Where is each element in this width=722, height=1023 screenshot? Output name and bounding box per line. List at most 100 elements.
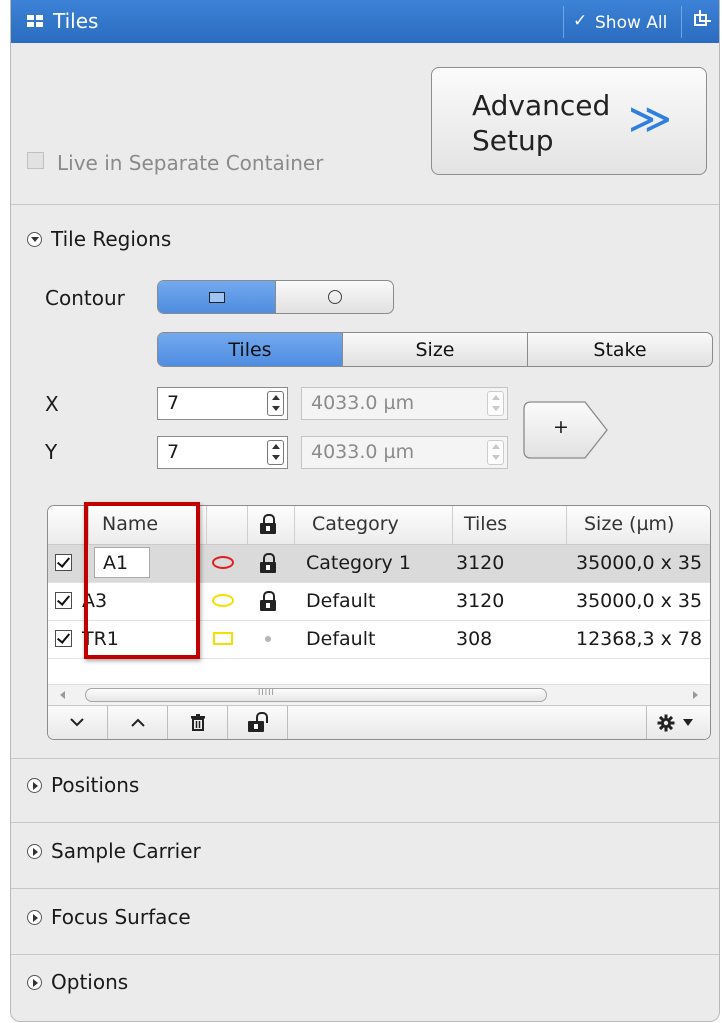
unlocked-dot-icon[interactable]: [265, 636, 271, 642]
tab-tiles[interactable]: Tiles: [158, 333, 342, 366]
tiles-panel: Tiles ✓ Show All Advanced Setup ≫ Live i…: [10, 0, 720, 1022]
y-label: Y: [45, 440, 58, 464]
show-all-button[interactable]: ✓ Show All: [563, 0, 681, 43]
y-tiles-value: 7: [167, 441, 180, 463]
row-size: 12368,3 x 78: [576, 628, 703, 650]
contour-rectangle-button[interactable]: [158, 281, 275, 313]
spin-arrows-icon: [487, 391, 504, 416]
checkmark-icon: ✓: [573, 11, 588, 31]
row-category: Default: [306, 590, 376, 612]
col-separator: [294, 506, 295, 544]
col-header-name[interactable]: Name: [102, 513, 158, 535]
undock-button[interactable]: [681, 0, 719, 43]
undock-icon: [694, 14, 707, 26]
circle-icon: [327, 290, 342, 304]
table-row[interactable]: A3 Default 3120 35000,0 x 35: [48, 583, 710, 621]
scrollbar-thumb[interactable]: [85, 688, 547, 702]
col-header-category[interactable]: Category: [312, 513, 399, 535]
lock-column-icon: [260, 514, 276, 534]
collapse-icon: [27, 232, 42, 247]
row-tiles: 3120: [456, 552, 505, 574]
panel-title: Tiles: [53, 9, 99, 33]
col-separator: [452, 506, 453, 544]
row-size: 35000,0 x 35: [576, 590, 703, 612]
y-tiles-stepper[interactable]: 7: [157, 436, 288, 469]
section-label: Focus Surface: [51, 905, 191, 929]
tiles-grid-icon: [27, 15, 43, 27]
live-separate-label: Live in Separate Container: [57, 151, 324, 175]
horizontal-scrollbar[interactable]: IIIII: [48, 684, 710, 705]
spin-arrows-icon[interactable]: [267, 440, 284, 465]
expand-icon: [27, 910, 42, 925]
ellipse-icon: [212, 556, 234, 569]
y-size-value: 4033.0 µm: [311, 441, 415, 463]
divider: [11, 822, 719, 823]
row-name: TR1: [82, 628, 119, 650]
move-down-button[interactable]: [48, 706, 108, 739]
delete-button[interactable]: [168, 706, 228, 739]
col-separator: [566, 506, 567, 544]
advanced-setup-label: Advanced Setup: [472, 89, 611, 157]
col-separator: [247, 506, 248, 544]
ellipse-icon: [212, 594, 234, 607]
row-name: A3: [82, 590, 108, 612]
section-label: Sample Carrier: [51, 839, 201, 863]
lock-icon[interactable]: [260, 553, 276, 573]
row-checkbox[interactable]: [55, 554, 72, 571]
x-tiles-value: 7: [167, 392, 180, 414]
trash-icon: [191, 714, 205, 731]
chevron-up-icon: [131, 718, 145, 727]
unlock-button[interactable]: [228, 706, 288, 739]
row-category: Default: [306, 628, 376, 650]
contour-circle-button[interactable]: [275, 281, 393, 313]
x-label: X: [45, 392, 59, 416]
divider: [11, 758, 719, 759]
plus-icon: +: [553, 416, 569, 438]
tab-stake[interactable]: Stake: [527, 333, 712, 366]
spin-arrows-icon: [487, 440, 504, 465]
scroll-right-icon[interactable]: [693, 691, 698, 699]
row-tiles: 308: [456, 628, 493, 650]
tab-size[interactable]: Size: [342, 333, 527, 366]
row-name-input[interactable]: A1: [94, 547, 150, 578]
table-row[interactable]: A1 Category 1 3120 35000,0 x 35: [48, 545, 710, 583]
chevron-down-icon: [70, 718, 84, 727]
rectangle-icon: [213, 632, 233, 645]
title-bar: Tiles ✓ Show All: [11, 0, 719, 43]
rectangle-icon: [208, 291, 225, 303]
row-category: Category 1: [306, 552, 411, 574]
contour-label: Contour: [45, 286, 125, 310]
scroll-left-icon[interactable]: [60, 691, 65, 699]
gear-icon: [657, 714, 675, 732]
expand-icon: [27, 778, 42, 793]
x-tiles-stepper[interactable]: 7: [157, 387, 288, 420]
row-size: 35000,0 x 35: [576, 552, 703, 574]
col-header-size[interactable]: Size (µm): [584, 513, 674, 535]
table-row[interactable]: TR1 Default 308 12368,3 x 78: [48, 621, 710, 659]
spin-arrows-icon[interactable]: [267, 391, 284, 416]
move-up-button[interactable]: [108, 706, 168, 739]
advanced-setup-button[interactable]: Advanced Setup ≫: [431, 67, 707, 175]
settings-menu-button[interactable]: [646, 706, 710, 739]
section-label: Options: [51, 970, 129, 994]
x-size-stepper: 4033.0 µm: [301, 387, 508, 420]
lock-icon[interactable]: [260, 591, 276, 611]
row-checkbox[interactable]: [55, 592, 72, 609]
table-toolbar: [48, 705, 710, 739]
col-header-tiles[interactable]: Tiles: [464, 513, 507, 535]
y-size-stepper: 4033.0 µm: [301, 436, 508, 469]
expand-icon: [27, 844, 42, 859]
section-label: Positions: [51, 773, 140, 797]
add-tile-region-button[interactable]: +: [523, 401, 609, 459]
divider: [11, 954, 719, 955]
col-separator: [88, 506, 89, 544]
double-chevron-right-icon: ≫: [628, 94, 672, 143]
row-checkbox[interactable]: [55, 630, 72, 647]
contour-toggle: [157, 280, 394, 314]
dropdown-arrow-icon: [683, 719, 693, 726]
row-name: A1: [103, 552, 129, 574]
section-label: Tile Regions: [51, 227, 172, 251]
x-size-value: 4033.0 µm: [311, 392, 415, 414]
scroll-grip: IIIII: [258, 688, 275, 697]
unlock-icon: [248, 712, 268, 732]
